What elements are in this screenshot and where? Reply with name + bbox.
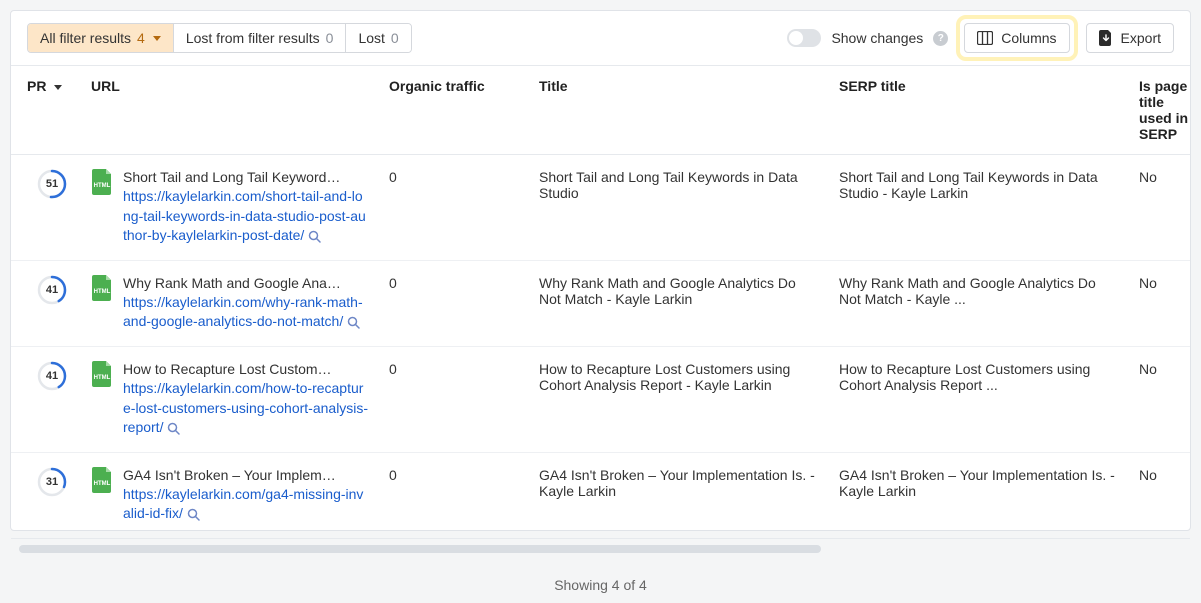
table-row: 41 HTML How to Recapture Lost Custom… ht… — [11, 346, 1190, 452]
tab-lost-from-filter[interactable]: Lost from filter results 0 — [174, 24, 347, 52]
col-header-label: SERP title — [839, 78, 906, 94]
is-page-cell: No — [1129, 346, 1190, 452]
col-header-label: PR — [27, 78, 46, 94]
url-link[interactable]: https://kaylelarkin.com/ga4-missing-inva… — [123, 486, 363, 522]
url-title: Short Tail and Long Tail Keyword… — [123, 169, 353, 185]
title-cell: Short Tail and Long Tail Keywords in Dat… — [529, 155, 829, 261]
url-link[interactable]: https://kaylelarkin.com/how-to-recapture… — [123, 380, 368, 435]
showing-count: Showing 4 of 4 — [11, 555, 1190, 603]
pr-badge: 31 — [37, 467, 67, 497]
organic-traffic-cell: 0 — [379, 260, 529, 346]
toolbar-right: Show changes ? Columns — [787, 23, 1174, 53]
table-row: 41 HTML Why Rank Math and Google Ana… ht… — [11, 260, 1190, 346]
columns-label: Columns — [1001, 30, 1056, 46]
is-page-cell: No — [1129, 260, 1190, 346]
url-link[interactable]: https://kaylelarkin.com/why-rank-math-an… — [123, 294, 363, 330]
result-filter-tabs: All filter results 4 Lost from filter re… — [27, 23, 412, 53]
table-row: 31 HTML GA4 Isn't Broken – Your Implem… … — [11, 452, 1190, 538]
col-header-label: URL — [91, 78, 120, 94]
url-title: How to Recapture Lost Custom… — [123, 361, 353, 377]
serp-title-cell: Why Rank Math and Google Analytics Do No… — [829, 260, 1129, 346]
results-table: PR URL Organic traffic Title SERP title … — [11, 66, 1190, 538]
show-changes-toggle[interactable] — [787, 29, 821, 47]
chevron-down-icon — [153, 36, 161, 41]
html-file-icon: HTML — [91, 467, 113, 493]
tab-label: All filter results — [40, 30, 131, 46]
url-title: Why Rank Math and Google Ana… — [123, 275, 353, 291]
export-button[interactable]: Export — [1086, 23, 1174, 53]
columns-icon — [977, 31, 993, 45]
tab-label: Lost from filter results — [186, 30, 320, 46]
svg-text:HTML: HTML — [94, 289, 111, 295]
serp-title-cell: How to Recapture Lost Customers using Co… — [829, 346, 1129, 452]
tab-lost[interactable]: Lost 0 — [346, 24, 410, 52]
organic-traffic-cell: 0 — [379, 452, 529, 538]
tab-count: 4 — [137, 30, 145, 46]
url-title: GA4 Isn't Broken – Your Implem… — [123, 467, 353, 483]
col-header-title[interactable]: Title — [529, 66, 829, 155]
horizontal-scrollbar[interactable] — [19, 545, 1182, 555]
serp-title-cell: GA4 Isn't Broken – Your Implementation I… — [829, 452, 1129, 538]
title-cell: GA4 Isn't Broken – Your Implementation I… — [529, 452, 829, 538]
tab-label: Lost — [358, 30, 384, 46]
url-link[interactable]: https://kaylelarkin.com/short-tail-and-l… — [123, 188, 366, 243]
is-page-cell: No — [1129, 452, 1190, 538]
col-header-url[interactable]: URL — [81, 66, 379, 155]
show-changes-label: Show changes — [831, 30, 923, 46]
col-header-is-page[interactable]: Is page title used in SERP — [1129, 66, 1190, 155]
tab-all-filter-results[interactable]: All filter results 4 — [28, 24, 174, 52]
toolbar: All filter results 4 Lost from filter re… — [11, 11, 1190, 65]
col-header-label: Organic traffic — [389, 78, 485, 94]
search-icon[interactable] — [187, 508, 200, 521]
show-changes-control: Show changes ? — [787, 29, 948, 47]
results-panel: All filter results 4 Lost from filter re… — [10, 10, 1191, 531]
export-icon — [1099, 30, 1113, 46]
columns-button[interactable]: Columns — [964, 23, 1069, 53]
tab-count: 0 — [391, 30, 399, 46]
col-header-label: Title — [539, 78, 568, 94]
col-header-label: Is page title used in SERP — [1139, 78, 1188, 142]
html-file-icon: HTML — [91, 169, 113, 195]
organic-traffic-cell: 0 — [379, 346, 529, 452]
search-icon[interactable] — [308, 230, 321, 243]
pr-badge: 51 — [37, 169, 67, 199]
html-file-icon: HTML — [91, 275, 113, 301]
col-header-pr[interactable]: PR — [11, 66, 81, 155]
col-header-organic-traffic[interactable]: Organic traffic — [379, 66, 529, 155]
html-file-icon: HTML — [91, 361, 113, 387]
search-icon[interactable] — [167, 422, 180, 435]
svg-text:HTML: HTML — [94, 481, 111, 487]
pr-badge: 41 — [37, 361, 67, 391]
tab-count: 0 — [326, 30, 334, 46]
is-page-cell: No — [1129, 155, 1190, 261]
svg-text:HTML: HTML — [94, 183, 111, 189]
scrollbar-thumb[interactable] — [19, 545, 821, 553]
col-header-serp-title[interactable]: SERP title — [829, 66, 1129, 155]
sort-desc-icon — [54, 85, 62, 90]
help-icon[interactable]: ? — [933, 31, 948, 46]
svg-text:HTML: HTML — [94, 375, 111, 381]
table-row: 51 HTML Short Tail and Long Tail Keyword… — [11, 155, 1190, 261]
serp-title-cell: Short Tail and Long Tail Keywords in Dat… — [829, 155, 1129, 261]
pr-badge: 41 — [37, 275, 67, 305]
export-label: Export — [1121, 30, 1161, 46]
title-cell: Why Rank Math and Google Analytics Do No… — [529, 260, 829, 346]
organic-traffic-cell: 0 — [379, 155, 529, 261]
results-table-wrap: PR URL Organic traffic Title SERP title … — [11, 65, 1190, 539]
search-icon[interactable] — [347, 316, 360, 329]
title-cell: How to Recapture Lost Customers using Co… — [529, 346, 829, 452]
